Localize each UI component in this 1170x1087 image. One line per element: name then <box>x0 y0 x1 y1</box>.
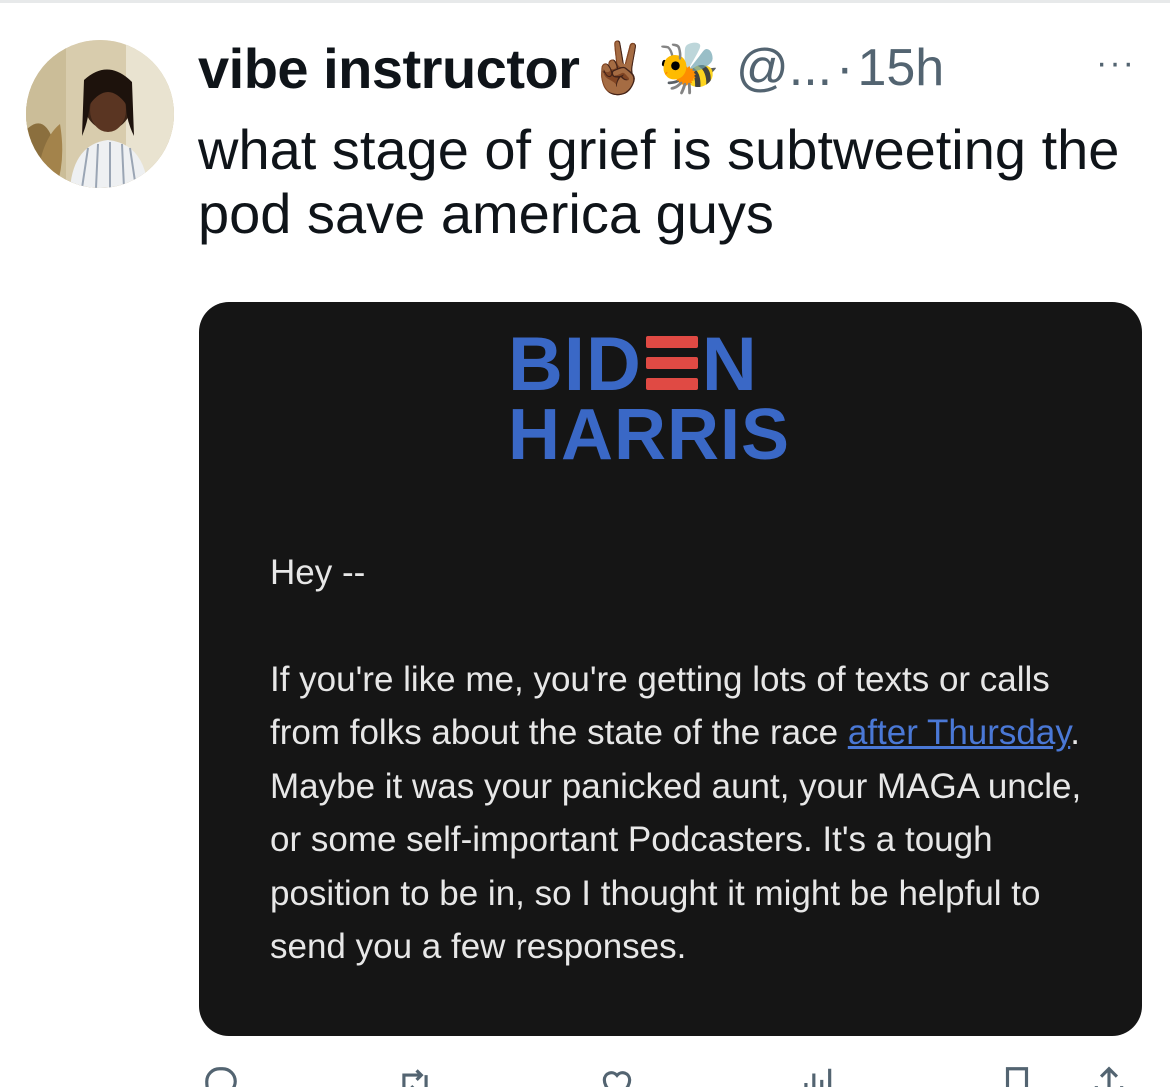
email-paragraph: If you're like me, you're getting lots o… <box>270 659 1082 967</box>
email-greeting: Hey -- <box>270 553 366 592</box>
share-button[interactable] <box>1090 1064 1128 1087</box>
tweet-media-image[interactable]: BID N HARRIS Hey -- If you're like me, yo… <box>199 302 1142 1036</box>
email-body: Hey -- If you're like me, you're getting… <box>270 546 1090 974</box>
tweet-text: what stage of grief is subtweeting the p… <box>198 118 1120 245</box>
tweet-header: vibe instructor ✌🏾 🐝 @... · 15h <box>198 28 1148 108</box>
victory-hand-emoji: ✌🏾 <box>587 39 650 97</box>
share-icon <box>1094 1066 1124 1087</box>
retweet-button[interactable] <box>396 1064 434 1087</box>
timestamp[interactable]: 15h <box>857 38 944 98</box>
avatar-photo <box>26 40 174 188</box>
bee-emoji: 🐝 <box>657 39 720 97</box>
display-name[interactable]: vibe instructor <box>198 36 580 101</box>
email-link: after Thursday <box>847 713 1071 752</box>
separator-dot: · <box>836 39 854 97</box>
reply-icon <box>205 1067 237 1087</box>
avatar[interactable] <box>26 40 174 188</box>
biden-harris-logo: BID N HARRIS <box>508 322 838 475</box>
logo-flag-e-icon <box>645 334 698 392</box>
username-handle[interactable]: @... <box>736 38 832 98</box>
like-button[interactable] <box>598 1064 636 1087</box>
bookmark-button[interactable] <box>998 1064 1036 1087</box>
top-divider <box>0 0 1170 3</box>
views-icon <box>804 1068 832 1087</box>
logo-line-harris: HARRIS <box>508 395 791 475</box>
tweet-action-bar <box>198 1064 1138 1087</box>
reply-button[interactable] <box>202 1064 240 1087</box>
like-icon <box>602 1071 632 1087</box>
retweet-icon <box>402 1069 428 1087</box>
more-options-icon[interactable]: ··· <box>1096 44 1136 83</box>
logo-line-biden: BID N <box>508 322 758 407</box>
views-button[interactable] <box>798 1064 836 1087</box>
bookmark-icon <box>1005 1067 1029 1087</box>
